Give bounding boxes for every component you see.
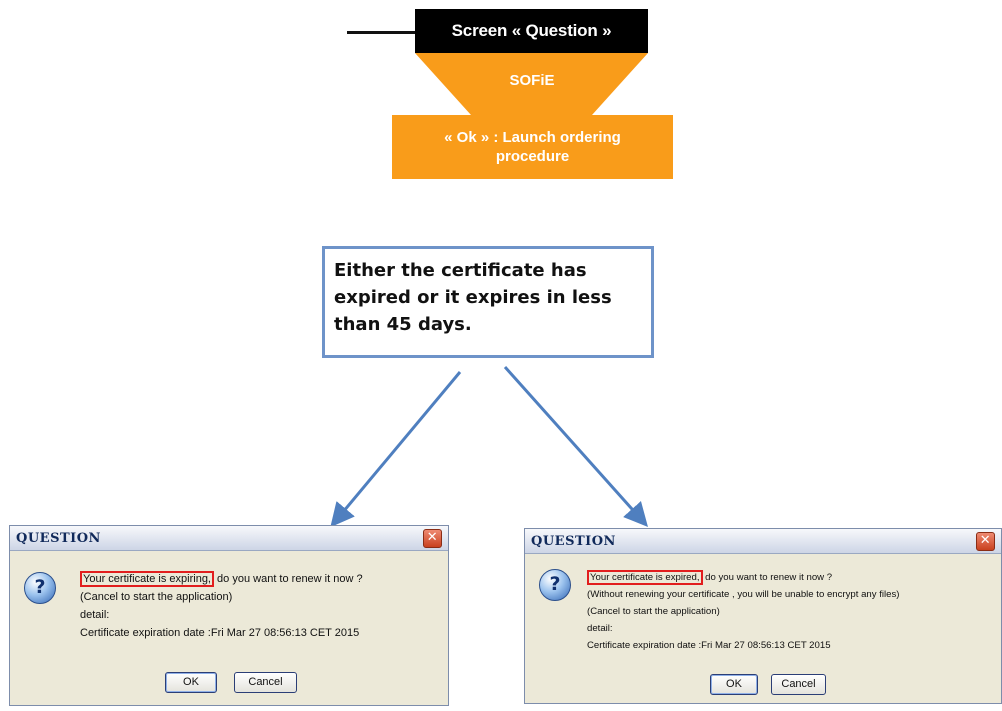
arrow-to-left-dialog [330,371,462,528]
ok-button[interactable]: OK [710,674,758,695]
message-line-1: Your certificate is expiring, do you wan… [80,570,363,588]
arrow-to-right-dialog [503,366,648,527]
message-question: do you want to renew it now ? [214,573,363,585]
cancel-button[interactable]: Cancel [234,672,297,693]
highlighted-status: Your certificate is expired, [587,570,703,585]
message-question: do you want to renew it now ? [702,572,833,583]
question-dialog-expiring: QUESTION ✕ ? Your certificate is expirin… [9,525,449,706]
question-icon: ? [24,572,56,604]
message-line-5: Certificate expiration date :Fri Mar 27 … [587,640,831,651]
dialog-titlebar: QUESTION ✕ [525,529,1001,554]
message-line-4: detail: [587,623,613,634]
message-line-1: Your certificate is expired, do you want… [587,569,899,586]
message-line-4: Certificate expiration date :Fri Mar 27 … [80,627,360,639]
message-line-3: (Cancel to start the application) [587,606,720,617]
highlighted-status: Your certificate is expiring, [80,571,214,587]
dialog-title: QUESTION [531,534,616,549]
dialog-message: Your certificate is expired, do you want… [587,569,899,654]
message-line-2: (Without renewing your certificate , you… [587,589,900,600]
close-icon[interactable]: ✕ [423,529,442,548]
dialog-message: Your certificate is expiring, do you wan… [80,570,363,642]
cancel-button[interactable]: Cancel [771,674,826,695]
question-dialog-expired: QUESTION ✕ ? Your certificate is expired… [524,528,1002,704]
message-line-2: (Cancel to start the application) [80,591,233,603]
dialog-titlebar: QUESTION ✕ [10,526,448,551]
message-line-3: detail: [80,609,110,621]
dialog-title: QUESTION [16,531,101,546]
ok-button[interactable]: OK [165,672,217,693]
question-icon: ? [539,569,571,601]
close-icon[interactable]: ✕ [976,532,995,551]
